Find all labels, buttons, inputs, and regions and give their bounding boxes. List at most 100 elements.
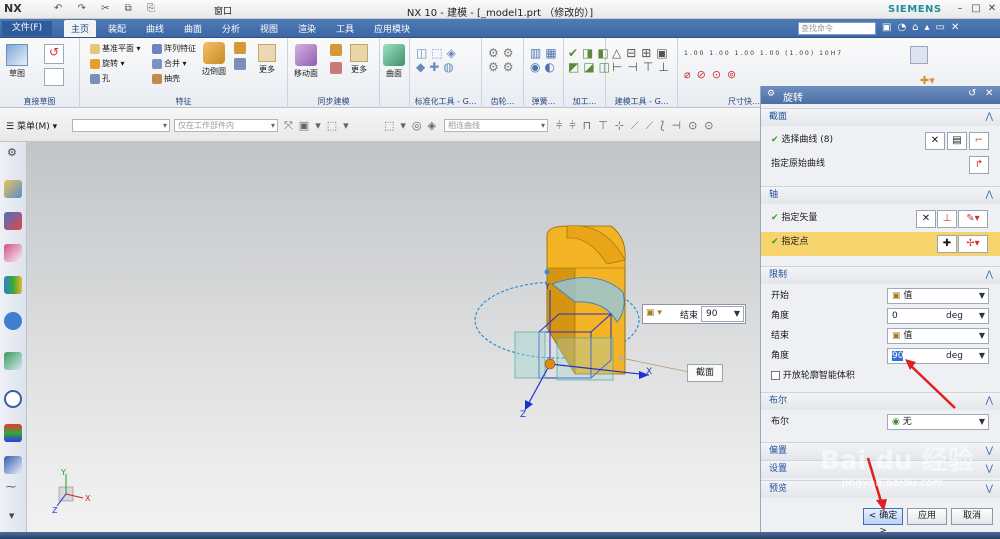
origin-curve-icon[interactable]: ↱: [969, 156, 989, 174]
boolean-select[interactable]: ◉ 无 ▼: [887, 414, 989, 430]
shell-icon: [152, 73, 162, 84]
profile-icon[interactable]: ↺: [44, 44, 64, 64]
siemens-logo: SIEMENS: [888, 4, 942, 15]
reuse-library-icon[interactable]: [4, 276, 22, 294]
end-mode-select[interactable]: ▣ 值 ▼: [887, 328, 989, 344]
snap-icons[interactable]: ⤧▣▾⬚▾: [284, 119, 355, 133]
roles-icon[interactable]: ⁓: [6, 482, 16, 493]
boolean-header[interactable]: 布尔 ⋀: [761, 392, 1000, 410]
windows-taskbar: [0, 532, 1000, 539]
dialog-title: 旋转: [783, 93, 803, 104]
dialog-close-icon[interactable]: ✕: [985, 88, 993, 99]
system-materials-icon[interactable]: [4, 424, 22, 442]
close-button[interactable]: ✕: [984, 1, 1000, 17]
move-face-button[interactable]: 移动面: [294, 44, 318, 79]
limits-header[interactable]: 限制 ⋀: [761, 266, 1000, 284]
start-angle-input[interactable]: 0 deg ▼: [887, 308, 989, 324]
pattern-feature-button[interactable]: 阵列特征: [152, 42, 196, 55]
delete-face-icon[interactable]: [330, 62, 342, 74]
tab-surface[interactable]: 曲面: [184, 22, 202, 35]
tab-tools[interactable]: 工具: [336, 22, 354, 35]
hd3d-icon[interactable]: [4, 312, 22, 330]
origin-curve-row[interactable]: 指定原始曲线: [761, 154, 1000, 174]
tab-analysis[interactable]: 分析: [222, 22, 240, 35]
vector-type-select[interactable]: ✎▾: [958, 210, 988, 228]
plane-icon: [90, 43, 100, 54]
point-dialog-icon[interactable]: ✚: [937, 235, 957, 253]
chamfer-icon[interactable]: [234, 42, 246, 54]
axis-header[interactable]: 轴 ⋀: [761, 186, 1000, 204]
rectangle-icon[interactable]: [44, 68, 64, 86]
selection-scope-select[interactable]: 仅在工作部件内: [174, 119, 278, 132]
hole-button[interactable]: 孔: [90, 72, 110, 85]
modeling-tools-icons[interactable]: △⊟⊞▣ ⊢⊣⊤⊥: [612, 46, 674, 74]
section-tag[interactable]: 截面: [687, 364, 723, 382]
type-filter-select[interactable]: [72, 119, 170, 132]
reset-icon[interactable]: ↺: [968, 88, 976, 99]
filter-icons[interactable]: ⬚▾◎◈: [384, 119, 442, 132]
view-icon[interactable]: [910, 46, 928, 64]
edge-blend-button[interactable]: 边倒圆: [202, 42, 226, 77]
section-header[interactable]: 截面 ⋀: [761, 108, 1000, 126]
cancel-button[interactable]: 取消: [951, 508, 993, 525]
maximize-button[interactable]: □: [968, 1, 984, 17]
triad-x-label: X: [85, 494, 91, 503]
curve-icon[interactable]: ▤: [947, 132, 967, 150]
help-icons[interactable]: ▣◔⌂▴▭✕: [882, 22, 965, 33]
datum-plane: [514, 331, 546, 379]
file-menu[interactable]: 文件(F): [2, 21, 52, 36]
scroll-down-icon[interactable]: ▼: [9, 512, 14, 520]
graphics-window[interactable]: X Z Y X Y Z ▣ ▾ 结束 90 ▼ 截面: [27, 142, 760, 532]
draft-icon[interactable]: [234, 58, 246, 70]
tab-home[interactable]: 主页: [64, 20, 97, 37]
vector-dialog-icon[interactable]: ✕: [916, 210, 936, 228]
curve-tools-icons[interactable]: ⫩⫩⊓⊤⊹⟋⟋⟅⊣⊙⊙: [556, 119, 721, 133]
gear-icons[interactable]: ⚙⚙ ⚙⚙: [488, 46, 518, 74]
part-navigator-icon[interactable]: [4, 180, 22, 198]
constraint-navigator-icon[interactable]: [4, 244, 22, 262]
tab-assembly[interactable]: 装配: [108, 22, 126, 35]
point-type-select[interactable]: ✢▾: [958, 235, 988, 253]
revolve-button[interactable]: 旋转 ▾: [90, 57, 125, 70]
unite-button[interactable]: 合并 ▾: [152, 57, 187, 70]
curve-rule-icon[interactable]: ⌐: [969, 132, 989, 150]
assembly-navigator-icon[interactable]: [4, 212, 22, 230]
window-title: NX 10 - 建模 - [_model1.prt （修改的）]: [406, 8, 594, 19]
web-browser-icon[interactable]: [4, 352, 22, 370]
command-search-input[interactable]: 查找命令: [798, 22, 876, 35]
more-sync-button[interactable]: 更多: [350, 44, 368, 75]
surface-button[interactable]: 曲面: [383, 44, 405, 79]
edge-blend-icon: [203, 42, 225, 64]
dimension-buttons[interactable]: 1.00 1.00 1.00 1.00 (1.00) 10H7: [684, 50, 843, 57]
end-label: 结束: [680, 311, 699, 321]
tab-view[interactable]: 视图: [260, 22, 278, 35]
more-feature-button[interactable]: 更多: [258, 44, 276, 75]
sketch-section-icon[interactable]: ✕: [925, 132, 945, 150]
tab-render[interactable]: 渲染: [298, 22, 316, 35]
settings-gear-icon[interactable]: ⚙: [7, 146, 17, 159]
open-profile-checkbox[interactable]: 开放轮廓智能体积: [761, 366, 1000, 386]
end-angle-input[interactable]: 90 deg ▼: [887, 348, 989, 364]
datum-plane-button[interactable]: 基准平面 ▾: [90, 42, 141, 55]
gdt-icons[interactable]: ⌀⊘⊙⊚: [684, 68, 742, 81]
history-clock-icon[interactable]: [4, 390, 22, 408]
triad-z-label: Z: [52, 506, 58, 515]
sketch-button[interactable]: 草图: [6, 44, 28, 79]
process-studio-icon[interactable]: [4, 456, 22, 474]
menu-button[interactable]: ☰ 菜单(M) ▾: [6, 119, 57, 132]
tab-applications[interactable]: 应用模块: [374, 22, 410, 35]
tab-curve[interactable]: 曲线: [146, 22, 164, 35]
group-label: 直接草图: [23, 97, 56, 106]
value-mode-icon[interactable]: ▣ ▾: [646, 308, 662, 318]
shell-button[interactable]: 抽壳: [152, 72, 180, 85]
apply-button[interactable]: 应用: [907, 508, 947, 525]
curve-rule-select[interactable]: 相连曲线: [444, 119, 548, 132]
standard-tools-icons[interactable]: ◫⬚◈ ◆✚◍: [416, 46, 460, 74]
end-value-field[interactable]: 90 ▼: [701, 306, 744, 322]
minimize-button[interactable]: –: [952, 1, 968, 17]
start-mode-select[interactable]: ▣ 值 ▼: [887, 288, 989, 304]
vector-axis-icon[interactable]: ⊥: [937, 210, 957, 228]
spring-icons[interactable]: ▥▦ ◉◐: [530, 46, 561, 74]
ok-button[interactable]: < 确定 >: [863, 508, 903, 536]
offset-region-icon[interactable]: [330, 44, 342, 56]
